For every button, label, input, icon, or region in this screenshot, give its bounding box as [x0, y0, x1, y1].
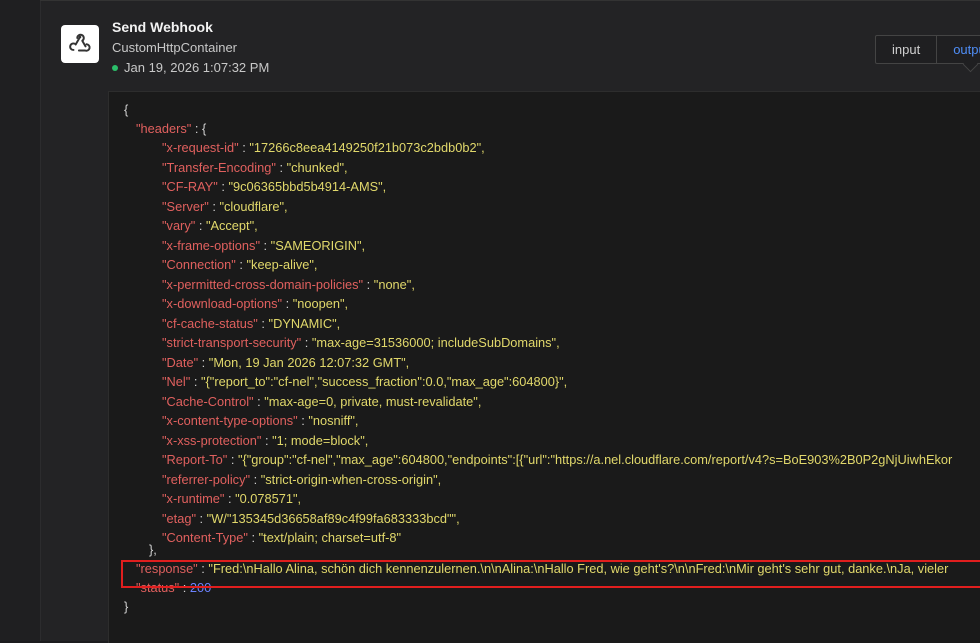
json-value: "cloudflare", — [219, 198, 288, 214]
status-dot — [112, 64, 118, 71]
json-value: "17266c8eea4149250f21b073c2bdb0b2", — [249, 140, 485, 155]
json-viewer[interactable]: { "headers" : { "x-request-id" : "17266c… — [108, 91, 980, 643]
json-value: "1; mode=block", — [272, 432, 369, 448]
json-key: "Cache-Control" — [162, 393, 254, 409]
json-headers-close: }, — [149, 542, 157, 557]
json-value: "strict-origin-when-cross-origin", — [260, 471, 442, 487]
json-key: "vary" — [162, 218, 196, 233]
json-key: "etag" — [162, 510, 196, 526]
json-key: "status" — [136, 580, 180, 595]
json-value: "nosniff", — [308, 413, 359, 428]
json-key: "x-permitted-cross-domain-policies" — [162, 276, 364, 292]
json-value: "chunked", — [286, 159, 348, 175]
json-headers-line: "headers" : { — [136, 121, 207, 136]
io-tabs: input output — [875, 35, 980, 64]
header-line: "Date" : "Mon, 19 Jan 2026 12:07:32 GMT"… — [162, 354, 410, 370]
header-line: "x-runtime" : "0.078571", — [162, 491, 302, 506]
json-key: "x-request-id" — [162, 140, 239, 155]
json-value: "none", — [373, 276, 415, 292]
json-value: "SAMEORIGIN", — [270, 237, 366, 253]
json-key: "cf-cache-status" — [162, 315, 258, 331]
json-key: "Transfer-Encoding" — [162, 159, 276, 175]
json-key: "Content-Type" — [162, 530, 248, 545]
json-value: "text/plain; charset=utf-8" — [258, 530, 402, 545]
json-key: "x-content-type-options" — [162, 413, 298, 428]
json-content: { "headers" : { "x-request-id" : "17266c… — [109, 92, 952, 614]
json-key: "referrer-policy" — [162, 471, 251, 487]
json-open-brace: { — [124, 102, 129, 117]
header-line: "x-request-id" : "17266c8eea4149250f21b0… — [162, 140, 485, 155]
header-line: "x-frame-options" : "SAMEORIGIN", — [162, 237, 366, 253]
json-key: "Date" — [162, 354, 199, 370]
header-line: "vary" : "Accept", — [162, 218, 258, 233]
webhook-icon — [61, 25, 99, 63]
node-timestamp: Jan 19, 2026 1:07:32 PM — [124, 60, 270, 75]
json-number: 200 — [189, 580, 212, 595]
json-value: "{"group":"cf-nel","max_age":604800,"end… — [237, 452, 953, 467]
json-key: "Connection" — [162, 257, 236, 272]
header-line: "Transfer-Encoding" : "chunked", — [162, 159, 348, 175]
tab-input[interactable]: input — [876, 36, 938, 63]
json-key: "x-download-options" — [162, 296, 283, 311]
json-value: "max-age=0, private, must-revalidate", — [264, 393, 482, 409]
json-key: "x-runtime" — [162, 491, 225, 506]
json-key: "response" — [136, 561, 198, 576]
json-value: "keep-alive", — [246, 257, 318, 272]
json-key: "Server" — [162, 198, 209, 214]
json-key: "x-frame-options" — [162, 237, 260, 253]
header-line: "Report-To" : "{"group":"cf-nel","max_ag… — [162, 452, 953, 467]
json-status-line: "status" : 200 — [136, 580, 212, 595]
json-value: "Fred:\nHallo Alina, schön dich kennenzu… — [208, 561, 949, 576]
node-output-panel: Send Webhook CustomHttpContainer Jan 19,… — [41, 1, 980, 643]
header-line: "Connection" : "keep-alive", — [162, 257, 318, 272]
header-line: "Nel" : "{"report_to":"cf-nel","success_… — [162, 374, 568, 389]
header-line: "Server" : "cloudflare", — [162, 198, 288, 214]
json-key: "headers" — [136, 121, 192, 136]
header-line: "x-permitted-cross-domain-policies" : "n… — [162, 276, 415, 292]
json-value: "Accept", — [205, 218, 258, 233]
tab-output[interactable]: output — [937, 36, 980, 63]
header-line: "x-xss-protection" : "1; mode=block", — [162, 432, 369, 448]
header-line: "Content-Type" : "text/plain; charset=ut… — [162, 530, 402, 545]
json-key: "x-xss-protection" — [162, 432, 262, 448]
header-line: "x-content-type-options" : "nosniff", — [162, 413, 359, 428]
json-value: "DYNAMIC", — [268, 315, 341, 331]
json-value: "W/"135345d36658af89c4f99fa683333bcd"", — [206, 510, 460, 526]
header-line: "CF-RAY" : "9c06365bbd5b4914-AMS", — [162, 179, 387, 194]
json-value: "{"report_to":"cf-nel","success_fraction… — [200, 374, 568, 389]
json-value: "9c06365bbd5b4914-AMS", — [228, 179, 387, 194]
json-key: "CF-RAY" — [162, 179, 218, 194]
json-value: "noopen", — [292, 296, 349, 311]
json-response-line: "response" : "Fred:\nHallo Alina, schön … — [136, 561, 949, 576]
node-title: Send Webhook — [112, 19, 213, 35]
header-line: "Cache-Control" : "max-age=0, private, m… — [162, 393, 482, 409]
json-value: "0.078571", — [235, 491, 302, 506]
json-key: "Report-To" — [162, 452, 228, 467]
json-value: "max-age=31536000; includeSubDomains", — [311, 335, 560, 350]
json-key: "Nel" — [162, 374, 191, 389]
node-status-row: Jan 19, 2026 1:07:32 PM — [112, 60, 269, 75]
header-line: "referrer-policy" : "strict-origin-when-… — [162, 471, 442, 487]
header-line: "etag" : "W/"135345d36658af89c4f99fa6833… — [162, 510, 460, 526]
json-close-brace: } — [124, 599, 129, 614]
left-sidebar — [0, 0, 41, 641]
json-value: "Mon, 19 Jan 2026 12:07:32 GMT", — [208, 354, 410, 370]
header-line: "strict-transport-security" : "max-age=3… — [162, 335, 560, 350]
node-subtitle: CustomHttpContainer — [112, 40, 237, 55]
json-key: "strict-transport-security" — [162, 335, 302, 350]
header-line: "cf-cache-status" : "DYNAMIC", — [162, 315, 341, 331]
header-line: "x-download-options" : "noopen", — [162, 296, 349, 311]
